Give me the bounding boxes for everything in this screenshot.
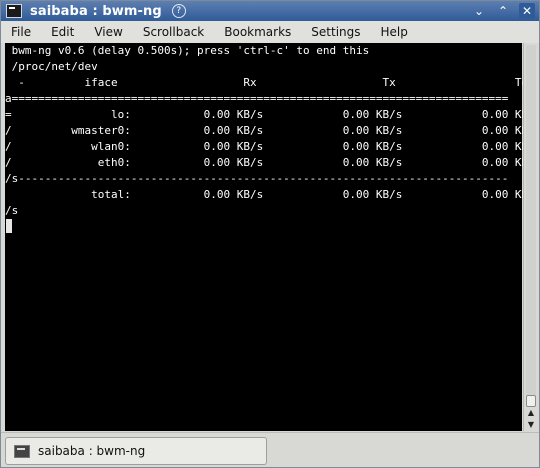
menu-help[interactable]: Help [377,23,412,41]
scroll-up-arrow-icon[interactable]: ▲ [526,407,536,417]
terminal-output[interactable]: bwm-ng v0.6 (delay 0.500s); press 'ctrl-… [5,43,535,431]
terminal-line: / wlan0: 0.00 KB/s 0.00 KB/s 0.00 KB [5,140,529,153]
scrollbar-track[interactable] [526,45,536,395]
menu-edit[interactable]: Edit [47,23,78,41]
terminal-icon [14,444,30,458]
terminal-line: /proc/net/dev [5,60,98,73]
window-title: saibaba : bwm-ng [30,3,162,19]
close-button[interactable]: ✕ [519,3,535,19]
menu-file[interactable]: File [7,23,35,41]
terminal-app-icon[interactable] [6,4,22,18]
scrollbar-thumb[interactable] [526,395,536,407]
terminal-line: - iface Rx Tx Tot [5,76,535,89]
title-bar[interactable]: saibaba : bwm-ng ? ⌄ ⌃ ✕ [1,1,539,21]
menu-scrollback[interactable]: Scrollback [139,23,208,41]
terminal-line: total: 0.00 KB/s 0.00 KB/s 0.00 KB [5,188,529,201]
terminal-line: = lo: 0.00 KB/s 0.00 KB/s 0.00 KB [5,108,529,121]
maximize-button[interactable]: ⌃ [495,3,511,19]
terminal-line: /s--------------------------------------… [5,172,509,185]
menu-bar: File Edit View Scrollback Bookmarks Sett… [1,21,539,43]
terminal-line: / wmaster0: 0.00 KB/s 0.00 KB/s 0.00 KB [5,124,529,137]
session-tab[interactable]: saibaba : bwm-ng [5,437,267,465]
menu-settings[interactable]: Settings [307,23,364,41]
menu-bookmarks[interactable]: Bookmarks [220,23,295,41]
vertical-scrollbar[interactable]: ▲ ▼ [523,43,537,431]
terminal-line: bwm-ng v0.6 (delay 0.500s); press 'ctrl-… [5,44,370,57]
tab-label: saibaba : bwm-ng [38,444,146,458]
terminal-line: / eth0: 0.00 KB/s 0.00 KB/s 0.00 KB [5,156,529,169]
terminal-line: a=======================================… [5,92,509,105]
minimize-button[interactable]: ⌄ [471,3,487,19]
menu-view[interactable]: View [90,23,126,41]
konsole-window: saibaba : bwm-ng ? ⌄ ⌃ ✕ File Edit View … [0,0,540,468]
scroll-down-arrow-icon[interactable]: ▼ [526,419,536,429]
help-button[interactable]: ? [171,4,186,18]
terminal-line: /s [5,204,19,217]
text-cursor [6,219,12,233]
tab-bar: saibaba : bwm-ng [1,432,539,467]
